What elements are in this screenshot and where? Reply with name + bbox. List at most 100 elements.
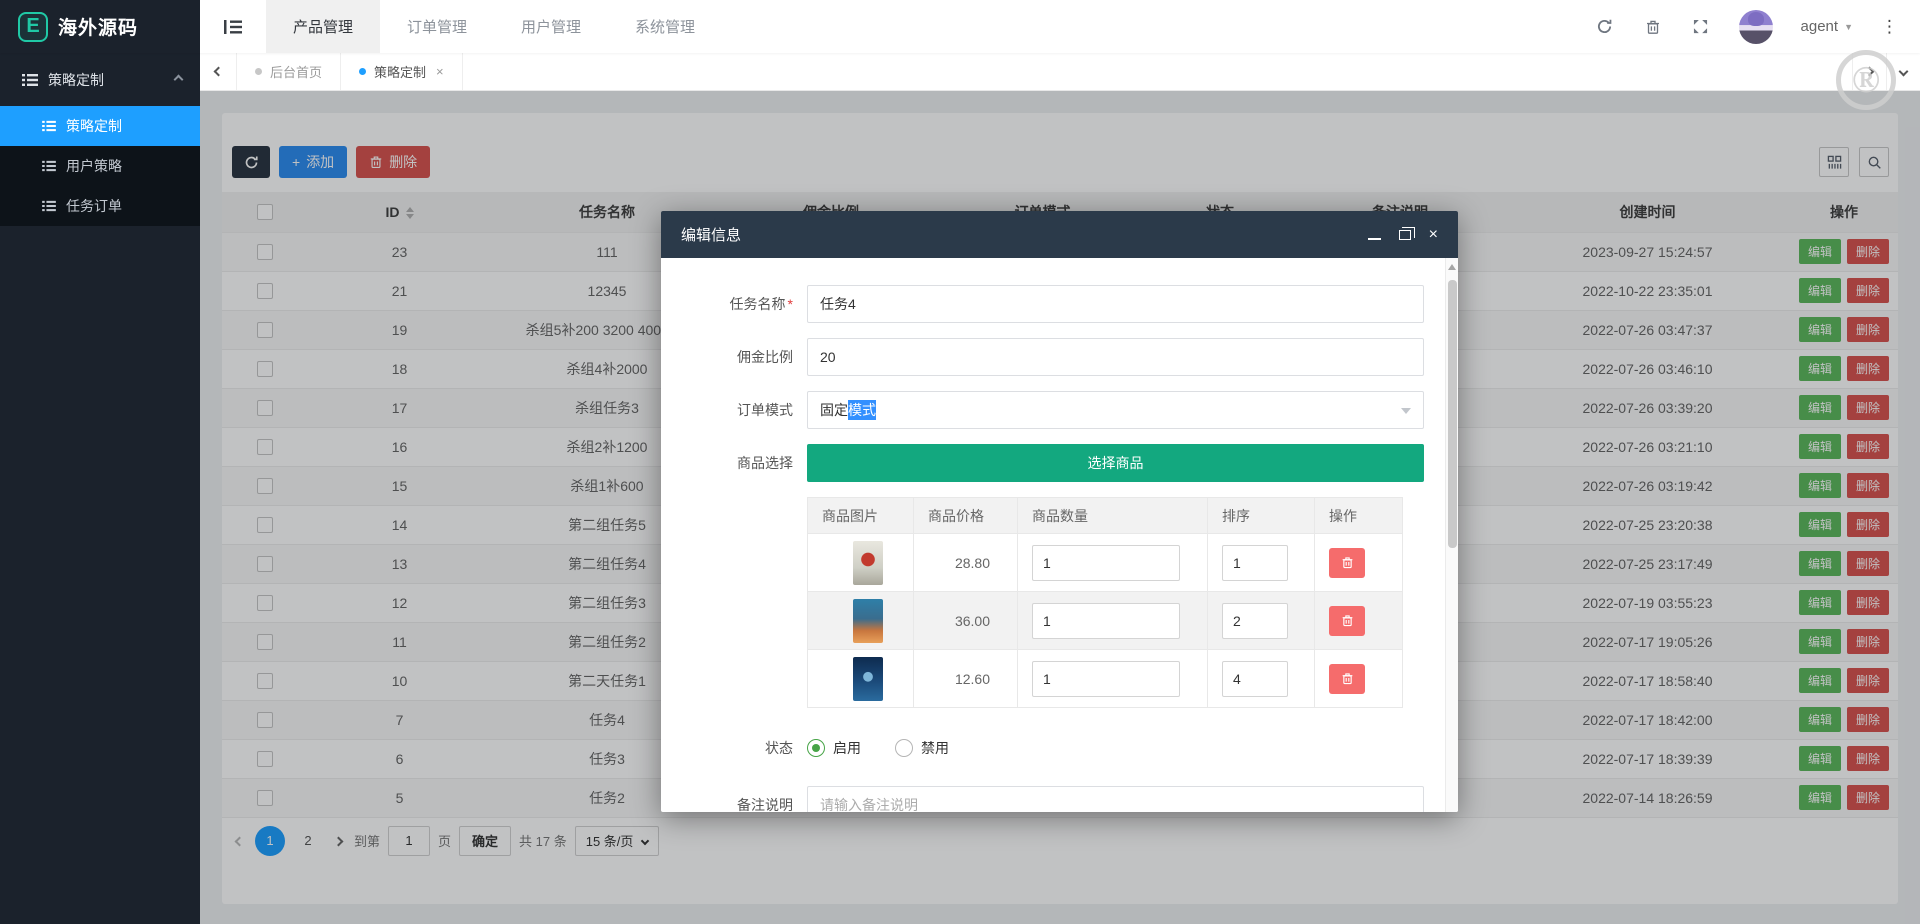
tab-label: 策略定制 (374, 62, 426, 81)
radio-label: 启用 (833, 738, 861, 758)
nav-item-product[interactable]: 产品管理 (266, 0, 380, 53)
product-col-price: 商品价格 (914, 498, 1018, 534)
sidebar-submenu: 策略定制 用户策略 任务订单 (0, 106, 200, 226)
top-nav-actions: agent ▼ ⋮ (1595, 0, 1920, 53)
dialog-controls: × (1368, 227, 1438, 243)
tab-dot-icon (359, 68, 366, 75)
order-mode-label: 订单模式 (675, 391, 807, 429)
chevron-down-icon: ▼ (1844, 22, 1853, 32)
sidebar-item-task-order[interactable]: 任务订单 (0, 186, 200, 226)
product-image (853, 657, 883, 701)
tab-strategy[interactable]: 策略定制 × (341, 53, 463, 90)
product-row: 28.80 (808, 534, 1403, 592)
nav-item-system[interactable]: 系统管理 (608, 0, 722, 53)
product-col-actions: 操作 (1315, 498, 1403, 534)
more-menu-icon[interactable]: ⋮ (1881, 17, 1898, 37)
cell-product-price: 12.60 (914, 650, 1018, 708)
collapse-sidebar-icon[interactable] (200, 0, 266, 53)
order-mode-value: 固定 (820, 400, 848, 420)
sidebar-item-label: 策略定制 (66, 116, 122, 136)
product-col-sort: 排序 (1208, 498, 1315, 534)
tab-label: 后台首页 (270, 62, 322, 81)
tab-dot-icon (255, 68, 262, 75)
task-name-label: 任务名称* (675, 285, 807, 323)
product-col-image: 商品图片 (808, 498, 914, 534)
form-row-commission: 佣金比例 (675, 338, 1424, 376)
trash-icon[interactable] (1643, 17, 1663, 37)
refresh-icon[interactable] (1595, 17, 1615, 37)
product-table-header: 商品图片 商品价格 商品数量 排序 操作 (808, 498, 1403, 534)
choose-product-button[interactable]: 选择商品 (807, 444, 1424, 482)
quantity-input[interactable] (1032, 545, 1180, 581)
username-label: agent (1801, 18, 1839, 35)
registered-watermark: ® (1836, 50, 1896, 110)
edit-dialog: 编辑信息 × 任务名称* 佣金比例 订单模式 固定模式 (661, 211, 1458, 812)
form-row-order-mode: 订单模式 固定模式 (675, 391, 1424, 429)
cell-product-price: 28.80 (914, 534, 1018, 592)
order-mode-value-selected: 模式 (848, 400, 876, 420)
remark-input[interactable] (807, 786, 1424, 812)
sidebar-item-strategy[interactable]: 策略定制 (0, 106, 200, 146)
status-label: 状态 (675, 738, 807, 758)
commission-label: 佣金比例 (675, 338, 807, 376)
dialog-body: 任务名称* 佣金比例 订单模式 固定模式 商品选择 选择商品 (661, 258, 1458, 812)
close-icon[interactable]: × (1429, 227, 1438, 243)
brand-logo-icon: E (18, 12, 48, 42)
scrollbar-thumb[interactable] (1448, 280, 1457, 548)
user-menu[interactable]: agent ▼ (1801, 18, 1853, 35)
product-image (853, 599, 883, 643)
sidebar-group-strategy[interactable]: 策略定制 (0, 53, 200, 106)
order-mode-select[interactable]: 固定模式 (807, 391, 1424, 429)
product-table-body: 28.8036.0012.60 (808, 534, 1403, 708)
remove-product-button[interactable] (1329, 606, 1365, 636)
sidebar-item-user-strategy[interactable]: 用户策略 (0, 146, 200, 186)
dialog-header[interactable]: 编辑信息 × (661, 211, 1458, 258)
radio-unselected-icon (895, 739, 913, 757)
cell-product-price: 36.00 (914, 592, 1018, 650)
tab-dashboard[interactable]: 后台首页 (237, 53, 341, 90)
list-icon (22, 73, 38, 87)
nav-item-order[interactable]: 订单管理 (380, 0, 494, 53)
product-table: 商品图片 商品价格 商品数量 排序 操作 28.8036.0012.60 (807, 497, 1403, 708)
product-col-quantity: 商品数量 (1018, 498, 1208, 534)
maximize-icon[interactable] (1399, 230, 1411, 240)
list-icon (42, 120, 56, 132)
tab-bar: 后台首页 策略定制 × (200, 53, 1920, 91)
task-name-input[interactable] (807, 285, 1424, 323)
top-nav: 产品管理 订单管理 用户管理 系统管理 agent ▼ ⋮ (200, 0, 1920, 53)
sort-input[interactable] (1222, 545, 1288, 581)
sidebar-group-label: 策略定制 (48, 70, 104, 90)
scroll-up-icon[interactable] (1448, 264, 1456, 270)
sidebar-item-label: 用户策略 (66, 156, 122, 176)
brand-title: 海外源码 (58, 13, 138, 40)
dialog-scrollbar[interactable] (1445, 258, 1458, 812)
chevron-up-icon (174, 75, 184, 85)
remove-product-button[interactable] (1329, 664, 1365, 694)
brand-logo: E 海外源码 (0, 0, 200, 53)
required-icon: * (788, 296, 793, 312)
minimize-icon[interactable] (1368, 238, 1381, 240)
fullscreen-icon[interactable] (1691, 17, 1711, 37)
nav-item-user[interactable]: 用户管理 (494, 0, 608, 53)
quantity-input[interactable] (1032, 661, 1180, 697)
radio-enable[interactable]: 启用 (807, 738, 861, 758)
quantity-input[interactable] (1032, 603, 1180, 639)
commission-input[interactable] (807, 338, 1424, 376)
tabs-scroll-left-icon[interactable] (200, 53, 237, 90)
list-icon (42, 200, 56, 212)
sidebar: 策略定制 策略定制 用户策略 任务订单 (0, 53, 200, 924)
product-row: 36.00 (808, 592, 1403, 650)
user-avatar[interactable] (1739, 10, 1773, 44)
remove-product-button[interactable] (1329, 548, 1365, 578)
form-row-task-name: 任务名称* (675, 285, 1424, 323)
app: E 海外源码 产品管理 订单管理 用户管理 系统管理 (0, 0, 1920, 924)
radio-disable[interactable]: 禁用 (895, 738, 949, 758)
sort-input[interactable] (1222, 661, 1288, 697)
radio-label: 禁用 (921, 738, 949, 758)
tab-close-icon[interactable]: × (436, 64, 444, 79)
remark-label: 备注说明 (675, 786, 807, 812)
form-row-status: 状态 启用 禁用 (675, 738, 1424, 758)
product-row: 12.60 (808, 650, 1403, 708)
dialog-title: 编辑信息 (681, 224, 741, 245)
sort-input[interactable] (1222, 603, 1288, 639)
